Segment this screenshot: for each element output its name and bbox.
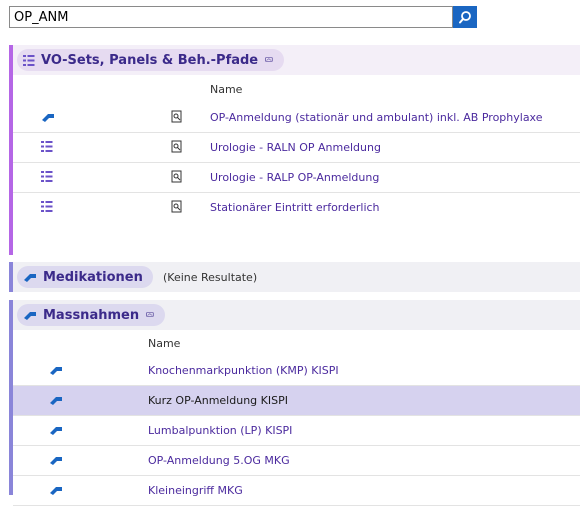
table-row[interactable]: Knochenmarkpunktion (KMP) KISPI bbox=[13, 356, 580, 386]
table-row[interactable]: Urologie - RALP OP-Anmeldung bbox=[13, 163, 580, 193]
pill-icon bbox=[50, 457, 62, 465]
section-title: VO-Sets, Panels & Beh.-Pfade bbox=[41, 52, 259, 68]
vo-sets-section: VO-Sets, Panels & Beh.-Pfade ⮹ Name OP-A… bbox=[9, 45, 580, 255]
massnahmen-section: Massnahmen ⮹ Name Knochenmarkpunktion (K… bbox=[9, 300, 580, 506]
list-icon bbox=[41, 201, 53, 212]
medikationen-header-toggle[interactable]: Medikationen bbox=[17, 266, 153, 288]
list-icon bbox=[41, 141, 53, 152]
pill-icon bbox=[24, 312, 36, 320]
pill-icon bbox=[50, 397, 62, 405]
section-header: VO-Sets, Panels & Beh.-Pfade ⮹ bbox=[13, 45, 580, 75]
row-name-link[interactable]: Urologie - RALP OP-Anmeldung bbox=[210, 171, 379, 184]
row-name-link[interactable]: Kleineingriff MKG bbox=[148, 484, 243, 497]
table-row[interactable]: Urologie - RALN OP Anmeldung bbox=[13, 133, 580, 163]
collapse-icon[interactable]: ⮹ bbox=[145, 309, 155, 321]
column-header-name: Name bbox=[210, 83, 243, 96]
table-row[interactable]: Kleineingriff MKG bbox=[13, 476, 580, 506]
column-header-name: Name bbox=[148, 337, 181, 350]
section-title: Medikationen bbox=[43, 269, 143, 285]
vo-sets-header-toggle[interactable]: VO-Sets, Panels & Beh.-Pfade ⮹ bbox=[17, 49, 284, 71]
table-row[interactable]: OP-Anmeldung (stationär und ambulant) in… bbox=[13, 103, 580, 133]
row-name-link[interactable]: Lumbalpunktion (LP) KISPI bbox=[148, 424, 292, 437]
document-icon[interactable] bbox=[171, 200, 183, 213]
document-icon[interactable] bbox=[171, 140, 183, 153]
row-name-link[interactable]: Kurz OP-Anmeldung KISPI bbox=[148, 394, 288, 407]
no-results-text: (Keine Resultate) bbox=[163, 271, 258, 284]
document-icon[interactable] bbox=[171, 170, 183, 183]
search-bar bbox=[9, 6, 477, 28]
row-name-link[interactable]: OP-Anmeldung 5.OG MKG bbox=[148, 454, 290, 467]
row-name-link[interactable]: OP-Anmeldung (stationär und ambulant) in… bbox=[210, 111, 543, 124]
massnahmen-header-toggle[interactable]: Massnahmen ⮹ bbox=[17, 304, 165, 326]
table-row[interactable]: OP-Anmeldung 5.OG MKG bbox=[13, 446, 580, 476]
section-title: Massnahmen bbox=[43, 307, 140, 323]
section-header: Medikationen (Keine Resultate) bbox=[13, 262, 580, 292]
pill-icon bbox=[50, 487, 62, 495]
medikationen-section: Medikationen (Keine Resultate) bbox=[9, 262, 580, 292]
table-row[interactable]: Lumbalpunktion (LP) KISPI bbox=[13, 416, 580, 446]
collapse-icon[interactable]: ⮹ bbox=[264, 54, 274, 66]
list-icon bbox=[41, 171, 53, 182]
row-name-link[interactable]: Knochenmarkpunktion (KMP) KISPI bbox=[148, 364, 339, 377]
table-row[interactable]: Kurz OP-Anmeldung KISPI bbox=[13, 386, 580, 416]
pill-icon bbox=[24, 274, 36, 282]
search-icon bbox=[459, 11, 471, 24]
search-input[interactable] bbox=[9, 6, 453, 28]
pill-icon bbox=[42, 114, 54, 122]
search-button[interactable] bbox=[453, 6, 477, 28]
list-icon bbox=[23, 54, 35, 66]
table-row[interactable]: Stationärer Eintritt erforderlich bbox=[13, 193, 580, 222]
row-name-link[interactable]: Stationärer Eintritt erforderlich bbox=[210, 201, 380, 214]
section-header: Massnahmen ⮹ bbox=[13, 300, 580, 330]
row-name-link[interactable]: Urologie - RALN OP Anmeldung bbox=[210, 141, 381, 154]
pill-icon bbox=[50, 427, 62, 435]
pill-icon bbox=[50, 367, 62, 375]
document-icon[interactable] bbox=[171, 110, 183, 123]
